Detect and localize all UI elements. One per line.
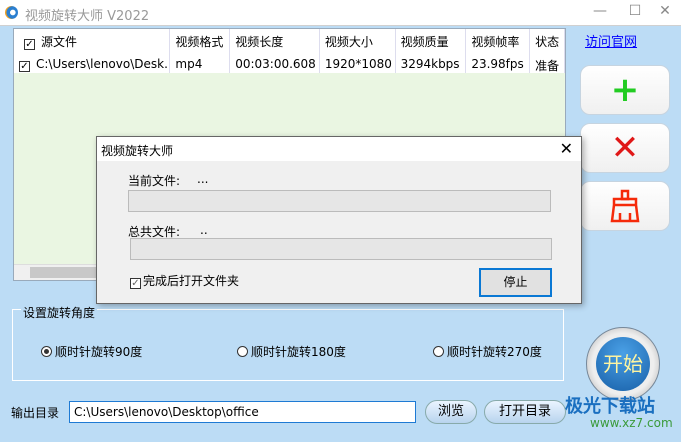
col-status[interactable]: 状态 xyxy=(530,29,565,53)
x-icon: ✕ xyxy=(610,128,640,168)
open-after-checkbox[interactable]: ✓ 完成后打开文件夹 xyxy=(130,272,239,289)
col-fps[interactable]: 视频帧率 xyxy=(466,29,531,53)
total-files-value: .. xyxy=(200,223,208,237)
radio-dot xyxy=(433,346,444,357)
watermark-logo: 极光下载站 xyxy=(565,396,655,417)
broom-icon xyxy=(610,189,640,223)
total-progress-bar xyxy=(130,238,552,260)
app-logo-icon xyxy=(5,6,18,19)
browse-button[interactable]: 浏览 xyxy=(425,400,477,424)
col-format[interactable]: 视频格式 xyxy=(170,29,231,53)
radio-label: 顺时针旋转180度 xyxy=(251,345,346,359)
radio-dot xyxy=(41,346,52,357)
col-size[interactable]: 视频大小 xyxy=(320,29,396,53)
start-label: 开始 xyxy=(596,337,650,391)
minimize-button[interactable]: — xyxy=(585,3,615,23)
progress-dialog: 视频旋转大师 ✕ 当前文件: ... 总共文件: .. ✓ 完成后打开文件夹 停止 xyxy=(96,136,582,304)
cell-format: mp4 xyxy=(170,53,231,73)
row-checkbox[interactable]: ✓ xyxy=(19,61,30,72)
table-row[interactable]: ✓ C:\Users\lenovo\Desk... mp4 00:03:00.60… xyxy=(14,53,565,73)
header-label: 源文件 xyxy=(41,35,78,49)
source-path: C:\Users\lenovo\Desk... xyxy=(36,57,171,71)
window-title: 视频旋转大师 V2022 xyxy=(25,9,150,24)
select-all-checkbox[interactable]: ✓ xyxy=(24,39,35,50)
output-dir-input[interactable]: C:\Users\lenovo\Desktop\office xyxy=(69,401,416,423)
col-source[interactable]: ✓ 源文件 xyxy=(14,29,171,53)
current-file-value: ... xyxy=(197,172,209,186)
cell-source: ✓ C:\Users\lenovo\Desk... xyxy=(14,53,171,73)
close-button[interactable]: ✕ xyxy=(650,3,680,23)
cell-fps: 23.98fps xyxy=(466,53,531,73)
table-header: ✓ 源文件 视频格式 视频长度 视频大小 视频质量 视频帧率 状态 xyxy=(14,29,565,53)
radio-rotate-90[interactable]: 顺时针旋转90度 xyxy=(41,343,142,360)
cell-status: 准备 xyxy=(530,53,565,73)
add-file-button[interactable]: + xyxy=(580,65,670,115)
radio-rotate-270[interactable]: 顺时针旋转270度 xyxy=(433,343,542,360)
col-duration[interactable]: 视频长度 xyxy=(230,29,320,53)
rotation-group: 设置旋转角度 顺时针旋转90度 顺时针旋转180度 顺时针旋转270度 xyxy=(12,304,564,381)
title-bar: 视频旋转大师 V2022 — ☐ ✕ xyxy=(0,0,681,26)
open-after-label: 完成后打开文件夹 xyxy=(143,274,240,288)
dialog-title: 视频旋转大师 xyxy=(101,144,174,158)
visit-website-link[interactable]: 访问官网 xyxy=(585,31,637,50)
plus-icon: + xyxy=(610,70,640,110)
radio-dot xyxy=(237,346,248,357)
radio-label: 顺时针旋转90度 xyxy=(55,345,143,359)
open-dir-button[interactable]: 打开目录 xyxy=(484,400,566,424)
cell-size: 1920*1080 xyxy=(320,53,396,73)
current-progress-bar xyxy=(128,190,551,212)
start-button[interactable]: 开始 xyxy=(586,327,660,401)
radio-label: 顺时针旋转270度 xyxy=(447,345,542,359)
cell-duration: 00:03:00.608 xyxy=(230,53,320,73)
cell-quality: 3294kbps xyxy=(396,53,467,73)
remove-file-button[interactable]: ✕ xyxy=(580,123,670,173)
rotation-legend: 设置旋转角度 xyxy=(21,304,98,321)
current-file-label: 当前文件: xyxy=(128,174,181,188)
watermark-url: www.xz7.com xyxy=(590,416,673,430)
maximize-button[interactable]: ☐ xyxy=(620,3,650,23)
radio-rotate-180[interactable]: 顺时针旋转180度 xyxy=(237,343,346,360)
col-quality[interactable]: 视频质量 xyxy=(396,29,467,53)
checkbox-icon: ✓ xyxy=(130,278,141,289)
dialog-close-button[interactable]: ✕ xyxy=(560,139,573,158)
stop-button[interactable]: 停止 xyxy=(479,268,552,297)
clear-list-button[interactable] xyxy=(580,181,670,231)
dialog-title-bar: 视频旋转大师 ✕ xyxy=(97,137,581,161)
output-dir-label: 输出目录 xyxy=(11,406,60,420)
